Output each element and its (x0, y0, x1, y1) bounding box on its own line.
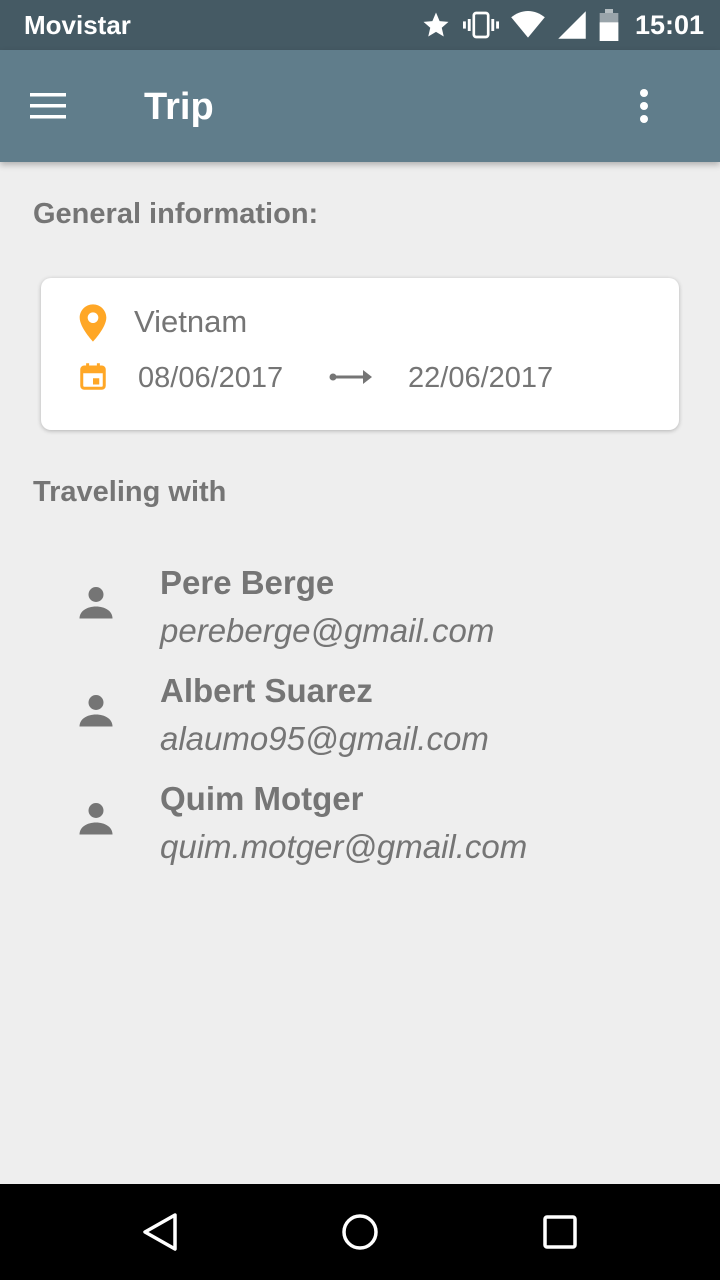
navigation-bar (0, 1184, 720, 1280)
person-email: pereberge@gmail.com (160, 612, 495, 649)
general-info-heading: General information: (33, 198, 319, 230)
status-bar: Movistar 15:01 (0, 0, 720, 50)
vibrate-icon (462, 10, 499, 40)
wifi-icon (511, 11, 545, 39)
home-icon (340, 1214, 380, 1256)
back-icon (140, 1213, 180, 1256)
person-name: Albert Suarez (160, 672, 373, 709)
person-email: quim.motger@gmail.com (160, 828, 528, 865)
person-icon (78, 584, 114, 625)
home-button[interactable] (340, 1212, 380, 1252)
location-pin-icon (77, 304, 109, 347)
status-icons: 15:01 (421, 8, 704, 42)
back-button[interactable] (140, 1212, 180, 1252)
person-icon (78, 692, 114, 733)
star-icon (421, 10, 451, 40)
overflow-menu-button[interactable] (624, 84, 664, 128)
recents-icon (540, 1215, 580, 1256)
carrier-name: Movistar (24, 10, 131, 40)
person-name: Quim Motger (160, 780, 364, 817)
page-title: Trip (144, 86, 214, 128)
list-item[interactable]: Quim Motger quim.motger@gmail.com (0, 780, 720, 880)
calendar-icon (78, 362, 108, 397)
more-vert-icon (624, 89, 664, 132)
arrow-right-icon (329, 367, 373, 392)
battery-icon (599, 9, 619, 41)
list-item[interactable]: Albert Suarez alaumo95@gmail.com (0, 672, 720, 772)
traveling-with-heading: Traveling with (33, 476, 227, 508)
trip-info-card: Vietnam 08/06/2017 22/06/2017 (41, 278, 679, 430)
trip-start-date: 08/06/2017 (138, 362, 284, 394)
list-item[interactable]: Pere Berge pereberge@gmail.com (0, 564, 720, 664)
trip-end-date: 22/06/2017 (408, 362, 554, 394)
person-email: alaumo95@gmail.com (160, 720, 489, 757)
app-bar: Trip (0, 50, 720, 162)
signal-icon (557, 10, 587, 40)
person-icon (78, 800, 114, 841)
menu-button[interactable] (28, 86, 84, 126)
menu-icon (28, 93, 68, 130)
person-name: Pere Berge (160, 564, 335, 601)
trip-location: Vietnam (134, 304, 248, 339)
clock: 15:01 (634, 9, 704, 40)
recents-button[interactable] (540, 1212, 580, 1252)
